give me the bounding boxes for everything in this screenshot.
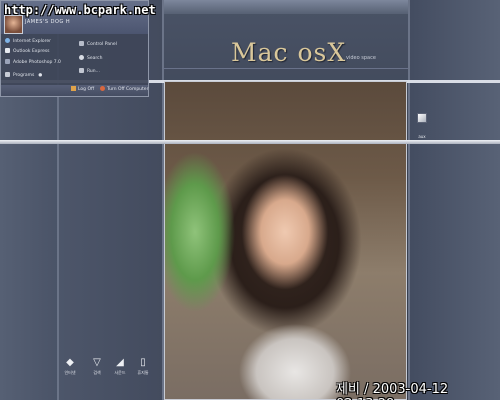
dock-item-sound[interactable]: ◢ 사운드	[110, 357, 130, 376]
power-icon	[100, 86, 105, 91]
dock-item-search[interactable]: ▽ 검색	[87, 357, 107, 376]
menu-item-run[interactable]: Run...	[79, 68, 100, 75]
turn-off-button[interactable]: Turn Off Computer	[100, 86, 148, 92]
dock-item-trash[interactable]: ▯ 휴지통	[133, 357, 153, 376]
horizontal-divider	[163, 68, 408, 69]
menu-item-control-panel[interactable]: Control Panel	[79, 41, 117, 48]
menu-item-search[interactable]: Search	[79, 55, 102, 62]
menu-item-label: Search	[87, 56, 103, 61]
globe-icon	[5, 38, 10, 43]
log-off-button[interactable]: Log Off	[71, 86, 94, 92]
watermark-url: http://www.bcpark.net	[4, 3, 156, 17]
dock-item-label: 검색	[93, 370, 101, 375]
key-icon	[71, 86, 76, 91]
trash-icon: ▯	[140, 357, 146, 368]
cube-icon	[417, 113, 427, 123]
control-panel-icon	[79, 41, 84, 46]
run-icon	[79, 68, 84, 73]
turn-off-label: Turn Off Computer	[107, 87, 149, 92]
menu-item-programs[interactable]: Programs ●	[5, 72, 42, 79]
search-icon: ▽	[93, 357, 101, 368]
dock-item-label: 휴지통	[137, 370, 149, 375]
menu-item-photoshop[interactable]: Adobe Photoshop 7.0	[5, 59, 61, 66]
menu-item-internet-explorer[interactable]: Internet Explorer	[5, 38, 51, 45]
arrow-right-icon: ●	[38, 73, 43, 78]
sound-icon: ◢	[116, 357, 124, 368]
menu-item-label: Control Panel	[87, 42, 117, 47]
desktop-icon-label: aux	[418, 134, 426, 139]
menu-item-outlook-express[interactable]: Outlook Express	[5, 48, 50, 55]
desktop-title: Mac osX	[231, 38, 347, 67]
desktop-icon[interactable]: aux	[414, 113, 430, 142]
vertical-divider	[408, 0, 410, 400]
user-name: JAMES'S DOG H	[25, 19, 71, 25]
desktop: Mac osX video space aux JAMES'S DOG H In…	[0, 0, 500, 400]
dock-item-label: 인터넷	[64, 370, 76, 375]
search-icon	[79, 55, 84, 60]
menu-item-label: Internet Explorer	[13, 39, 52, 44]
internet-icon: ◆	[66, 357, 74, 368]
menu-item-label: Run...	[87, 69, 100, 74]
dock-item-internet[interactable]: ◆ 인터넷	[60, 357, 80, 376]
mail-icon	[5, 48, 10, 53]
menu-item-label: Outlook Express	[13, 49, 50, 54]
photoshop-icon	[5, 59, 10, 64]
menu-item-label: Programs	[13, 73, 35, 78]
avatar	[4, 15, 23, 34]
caption-timestamp: 제비 / 2003-04-12 02:13:29	[336, 382, 449, 400]
log-off-label: Log Off	[78, 87, 95, 92]
programs-icon	[5, 72, 10, 77]
menu-item-label: Adobe Photoshop 7.0	[13, 60, 61, 65]
dock-item-label: 사운드	[114, 370, 126, 375]
right-column-panel	[408, 0, 500, 400]
wallpaper-photo-frame	[164, 81, 407, 400]
desktop-subtitle: video space	[346, 55, 376, 61]
